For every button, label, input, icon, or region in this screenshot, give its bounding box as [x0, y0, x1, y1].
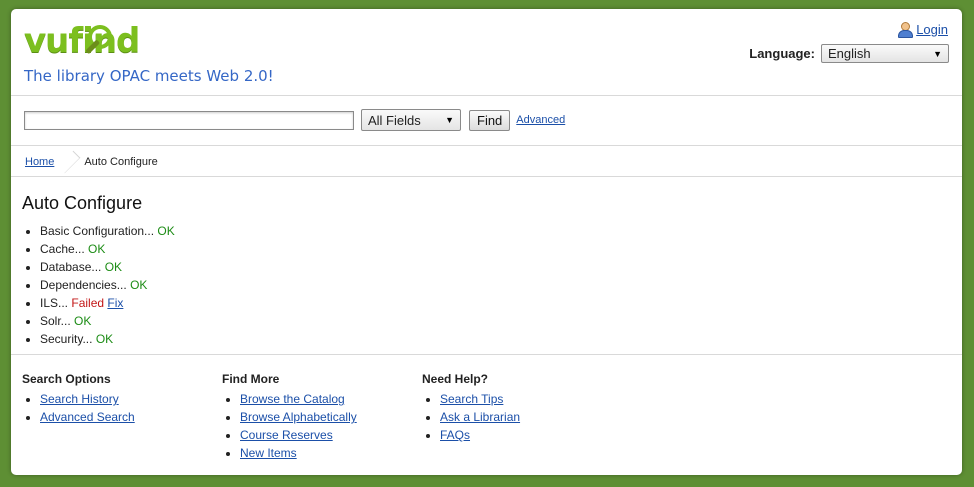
check-item-dependencies: Dependencies... OK	[40, 276, 175, 294]
search-field-selected: All Fields	[368, 112, 421, 128]
footer-heading: Find More	[222, 372, 280, 386]
browse-catalog-link[interactable]: Browse the Catalog	[240, 392, 345, 406]
check-label: Security...	[40, 332, 93, 346]
check-item-basic: Basic Configuration... OK	[40, 222, 175, 240]
status-failed: Failed	[71, 296, 105, 310]
language-selector: Language: English ▼	[749, 44, 949, 63]
course-reserves-link[interactable]: Course Reserves	[240, 428, 333, 442]
footer: Search Options Search History Advanced S…	[22, 372, 622, 462]
check-item-ils: ILS... Failed Fix	[40, 294, 175, 312]
breadcrumb-current: Auto Configure	[84, 156, 158, 168]
check-label: Dependencies...	[40, 278, 127, 292]
check-item-solr: Solr... OK	[40, 312, 175, 330]
status-ok: OK	[157, 224, 175, 238]
ask-a-librarian-link[interactable]: Ask a Librarian	[440, 410, 520, 424]
status-ok: OK	[95, 332, 114, 346]
footer-column-find-more: Find More Browse the Catalog Browse Alph…	[222, 372, 422, 462]
breadcrumb-divider	[11, 176, 962, 177]
vufind-logo[interactable]: vufind	[24, 21, 140, 61]
language-select[interactable]: English ▼	[821, 44, 949, 63]
advanced-search-footer-link[interactable]: Advanced Search	[40, 410, 135, 424]
browse-alphabetically-link[interactable]: Browse Alphabetically	[240, 410, 357, 424]
search-bar: All Fields ▼ Find Advanced	[24, 109, 565, 131]
language-label: Language:	[749, 46, 815, 61]
footer-divider	[11, 354, 962, 355]
status-ok: OK	[104, 260, 123, 274]
check-label: Basic Configuration...	[40, 224, 155, 238]
check-item-security: Security... OK	[40, 330, 175, 348]
chevron-down-icon: ▼	[445, 115, 454, 125]
breadcrumb: Home Auto Configure	[11, 147, 962, 177]
status-ok: OK	[130, 278, 148, 292]
login-link[interactable]: Login	[916, 22, 948, 37]
search-tips-link[interactable]: Search Tips	[440, 392, 503, 406]
search-field-select[interactable]: All Fields ▼	[361, 109, 461, 131]
check-label: Solr...	[40, 314, 71, 328]
breadcrumb-home-link[interactable]: Home	[25, 156, 54, 168]
faqs-link[interactable]: FAQs	[440, 428, 470, 442]
fix-ils-link[interactable]: Fix	[107, 296, 123, 310]
footer-heading: Search Options	[22, 372, 111, 386]
logo-text: vufind	[24, 21, 140, 61]
check-label: Database...	[40, 260, 102, 274]
footer-column-search-options: Search Options Search History Advanced S…	[22, 372, 222, 462]
check-item-cache: Cache... OK	[40, 240, 175, 258]
user-icon	[897, 22, 914, 38]
site-tagline: The library OPAC meets Web 2.0!	[24, 67, 274, 85]
language-selected-value: English	[828, 46, 871, 61]
page-container: vufind The library OPAC meets Web 2.0! L…	[11, 9, 962, 475]
status-ok: OK	[88, 242, 106, 256]
new-items-link[interactable]: New Items	[240, 446, 297, 460]
logo-wordmark: vufind	[24, 21, 140, 61]
footer-column-need-help: Need Help? Search Tips Ask a Librarian F…	[422, 372, 622, 462]
search-history-link[interactable]: Search History	[40, 392, 119, 406]
login-area: Login	[897, 22, 948, 38]
footer-heading: Need Help?	[422, 372, 489, 386]
config-check-list: Basic Configuration... OK Cache... OK Da…	[22, 222, 175, 348]
search-divider	[11, 145, 962, 146]
search-input[interactable]	[24, 110, 354, 130]
check-item-database: Database... OK	[40, 258, 175, 276]
check-label: Cache...	[40, 242, 85, 256]
check-label: ILS...	[40, 296, 69, 310]
header-divider	[11, 95, 962, 96]
find-button[interactable]: Find	[469, 109, 511, 131]
advanced-search-link[interactable]: Advanced	[516, 114, 565, 126]
page-title: Auto Configure	[22, 193, 143, 213]
chevron-down-icon: ▼	[933, 48, 942, 59]
status-ok: OK	[74, 314, 92, 328]
breadcrumb-separator-icon	[66, 147, 78, 177]
